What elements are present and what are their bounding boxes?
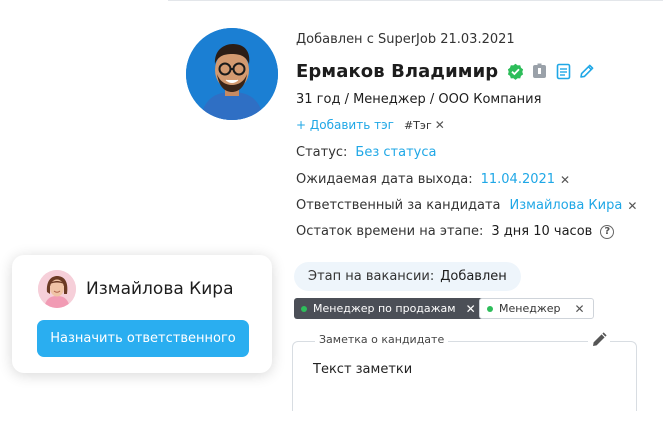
- vacancy-stage-pill[interactable]: Этап на вакансии: Добавлен: [294, 262, 521, 291]
- clear-responsible-icon[interactable]: ✕: [627, 199, 637, 213]
- candidate-summary: 31 год / Менеджер / ООО Компания: [296, 92, 541, 107]
- responsible-row: Ответственный за кандидата Измайлова Кир…: [296, 198, 637, 213]
- remove-vacancy-icon[interactable]: ✕: [574, 302, 584, 316]
- candidate-avatar: [186, 28, 278, 120]
- time-left-label: Остаток времени на этапе:: [296, 224, 484, 239]
- time-left-value: 3 дня 10 часов: [491, 224, 593, 239]
- assign-responsible-card: Измайлова Кира Назначить ответственного: [12, 255, 272, 373]
- clear-exit-date-icon[interactable]: ✕: [560, 173, 570, 187]
- responsible-label: Ответственный за кандидата: [296, 198, 501, 213]
- vacancy-chip-manager[interactable]: Менеджер ✕: [479, 298, 594, 319]
- verified-check-icon: [506, 62, 524, 80]
- stage-label: Этап на вакансии:: [308, 269, 435, 284]
- note-text: Текст заметки: [313, 362, 413, 377]
- add-tag-link[interactable]: + Добавить тэг: [296, 118, 394, 132]
- tag-chip: #Тэг: [403, 118, 432, 132]
- stage-value: Добавлен: [440, 269, 507, 284]
- note-label: Заметка о кандидате: [315, 333, 449, 346]
- status-label: Статус:: [296, 145, 348, 160]
- candidate-source: Добавлен с SuperJob 21.03.2021: [296, 32, 515, 47]
- status-row: Статус: Без статуса: [296, 145, 436, 160]
- help-icon[interactable]: ?: [600, 224, 615, 239]
- pencil-icon[interactable]: [578, 62, 596, 80]
- candidate-summary-text: 31 год / Менеджер / ООО Компания: [296, 92, 542, 107]
- responsible-avatar: [38, 270, 76, 308]
- candidate-header: Ермаков Владимир: [296, 58, 596, 84]
- status-value-link[interactable]: Без статуса: [355, 145, 436, 160]
- remove-tag-icon[interactable]: ✕: [435, 118, 445, 132]
- archive-icon[interactable]: [530, 62, 548, 80]
- status-dot: [301, 305, 307, 312]
- vacancy-chip-label: Менеджер по продажам: [313, 302, 456, 315]
- vacancy-chip-sales-manager[interactable]: Менеджер по продажам ✕: [294, 298, 484, 319]
- vacancy-chip-label: Менеджер: [499, 302, 561, 315]
- candidate-name: Ермаков Владимир: [296, 60, 499, 82]
- time-left-row: Остаток времени на этапе: 3 дня 10 часов…: [296, 224, 615, 239]
- top-divider: [168, 0, 663, 1]
- exit-date-label: Ожидаемая дата выхода:: [296, 172, 473, 187]
- document-icon[interactable]: [554, 62, 572, 80]
- remove-vacancy-icon[interactable]: ✕: [466, 302, 476, 316]
- responsible-value-link[interactable]: Измайлова Кира: [510, 198, 623, 213]
- exit-date-value-link[interactable]: 11.04.2021: [481, 172, 555, 187]
- assign-responsible-button[interactable]: Назначить ответственного: [37, 320, 249, 357]
- responsible-name: Измайлова Кира: [86, 279, 234, 299]
- exit-date-row: Ожидаемая дата выхода: 11.04.2021 ✕: [296, 172, 570, 187]
- edit-note-pencil-icon[interactable]: [588, 330, 610, 350]
- tags-row: + Добавить тэг #Тэг ✕: [296, 118, 445, 132]
- status-dot: [487, 305, 493, 312]
